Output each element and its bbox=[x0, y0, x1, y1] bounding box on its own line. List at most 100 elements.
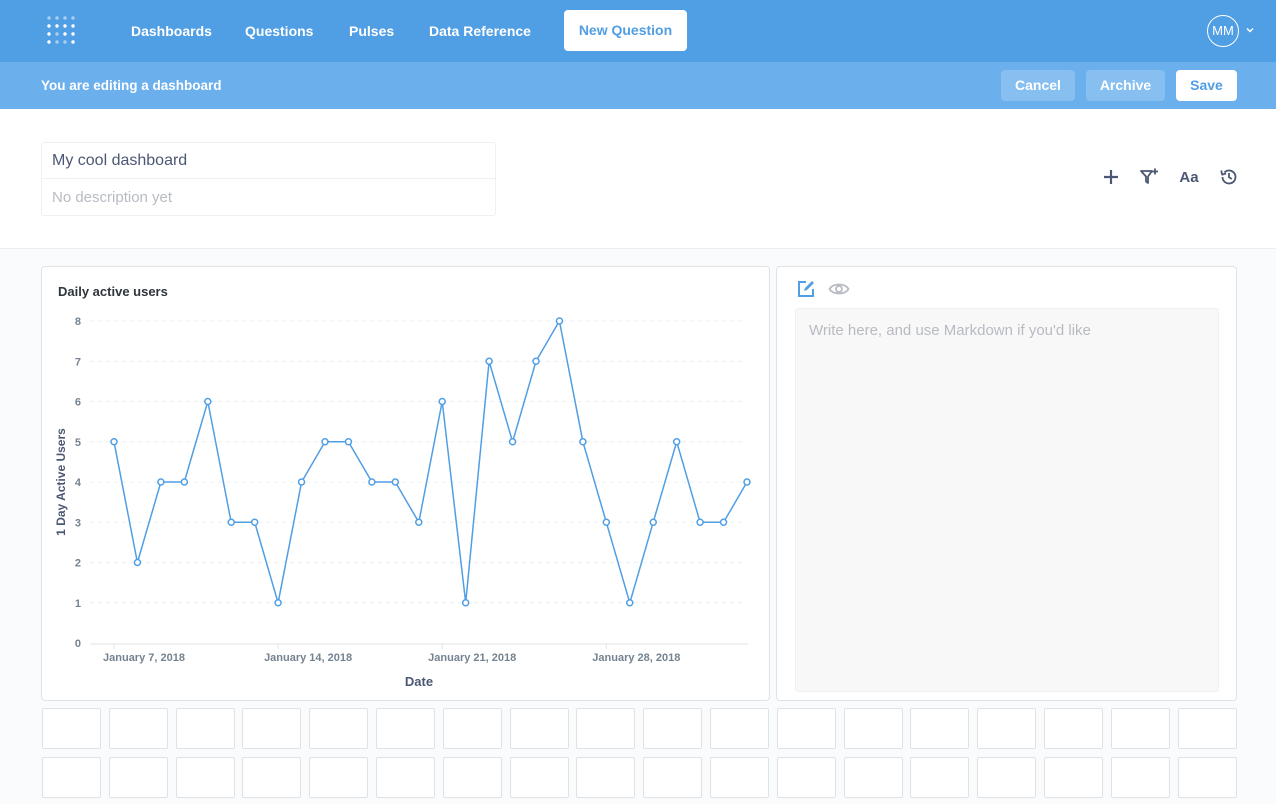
grid-cell bbox=[576, 757, 635, 798]
editing-message: You are editing a dashboard bbox=[41, 78, 222, 93]
add-filter-button[interactable] bbox=[1138, 166, 1160, 188]
nav-questions[interactable]: Questions bbox=[245, 0, 313, 62]
dashboard-description-input[interactable] bbox=[42, 179, 495, 215]
grid-cell bbox=[710, 708, 769, 749]
x-tick-label: January 28, 2018 bbox=[592, 652, 680, 664]
dashboard-title-input[interactable] bbox=[42, 143, 495, 179]
y-tick-label: 5 bbox=[75, 437, 81, 449]
grid-cell bbox=[109, 708, 168, 749]
data-point bbox=[719, 518, 728, 526]
markdown-editor[interactable] bbox=[795, 308, 1219, 692]
data-point bbox=[227, 518, 235, 526]
history-icon bbox=[1220, 169, 1237, 185]
x-tick-label: January 21, 2018 bbox=[428, 652, 516, 664]
y-axis-label: 1 Day Active Users bbox=[54, 428, 68, 536]
metabase-logo-icon[interactable] bbox=[46, 14, 76, 48]
x-axis-label: Date bbox=[405, 674, 433, 689]
filter-add-icon bbox=[1140, 168, 1158, 184]
grid-cell bbox=[1178, 757, 1237, 798]
text-card[interactable] bbox=[776, 266, 1237, 701]
chart-card[interactable]: Daily active users 0 1 2 3 4 5 6 7 8 January 7, 2… bbox=[41, 266, 770, 701]
grid-cell bbox=[777, 757, 836, 798]
data-point bbox=[110, 438, 118, 446]
grid-cell bbox=[844, 708, 903, 749]
data-point bbox=[579, 438, 587, 446]
y-tick-label: 4 bbox=[75, 477, 82, 489]
grid-cell bbox=[176, 757, 235, 798]
data-point bbox=[250, 518, 259, 526]
data-point bbox=[368, 478, 376, 486]
data-point bbox=[555, 317, 564, 325]
data-point bbox=[532, 357, 540, 365]
grid-cell bbox=[109, 757, 168, 798]
nav-dashboards[interactable]: Dashboards bbox=[131, 0, 212, 62]
data-point bbox=[344, 438, 353, 446]
grid-cell bbox=[844, 757, 903, 798]
y-tick-label: 8 bbox=[75, 316, 81, 328]
y-tick-label: 7 bbox=[75, 356, 81, 368]
grid-cell bbox=[242, 757, 301, 798]
grid-cell bbox=[977, 708, 1036, 749]
x-tick-label: January 7, 2018 bbox=[103, 652, 185, 664]
save-button[interactable]: Save bbox=[1176, 70, 1237, 101]
data-point bbox=[696, 518, 704, 526]
data-point bbox=[508, 438, 517, 446]
grid-cell bbox=[643, 708, 702, 749]
eye-icon[interactable] bbox=[828, 279, 850, 299]
grid-cell bbox=[42, 757, 101, 798]
plus-icon bbox=[1104, 170, 1118, 184]
data-point bbox=[672, 438, 681, 446]
new-question-button[interactable]: New Question bbox=[564, 10, 687, 51]
grid-cell bbox=[643, 757, 702, 798]
title-description-box bbox=[41, 142, 496, 216]
data-point bbox=[157, 478, 165, 486]
data-point bbox=[415, 518, 423, 526]
cancel-button[interactable]: Cancel bbox=[1001, 70, 1075, 101]
top-nav: Dashboards Questions Pulses Data Referen… bbox=[0, 0, 1276, 62]
grid-cell bbox=[576, 708, 635, 749]
grid-cell bbox=[309, 757, 368, 798]
grid-cell bbox=[710, 757, 769, 798]
series-line bbox=[113, 318, 748, 606]
grid-cell bbox=[309, 708, 368, 749]
grid-cell bbox=[510, 757, 569, 798]
chevron-down-icon[interactable] bbox=[1245, 25, 1255, 35]
data-point bbox=[133, 558, 142, 567]
grid-cell bbox=[1178, 708, 1237, 749]
grid-cell bbox=[443, 757, 502, 798]
grid-cell bbox=[42, 708, 101, 749]
grid-cell bbox=[242, 708, 301, 749]
data-point bbox=[297, 478, 306, 486]
y-tick-label: 0 bbox=[75, 638, 81, 650]
y-tick-label: 2 bbox=[75, 558, 81, 570]
dashboard-header: Aa bbox=[0, 109, 1276, 249]
data-point bbox=[321, 438, 329, 446]
data-point bbox=[274, 599, 282, 607]
data-point bbox=[626, 599, 634, 607]
y-tick-label: 6 bbox=[75, 397, 81, 409]
data-point bbox=[180, 478, 189, 486]
grid-cell bbox=[910, 757, 969, 798]
nav-data-reference[interactable]: Data Reference bbox=[429, 0, 531, 62]
data-point bbox=[743, 478, 751, 486]
revision-history-button[interactable] bbox=[1218, 166, 1240, 188]
y-tick-label: 3 bbox=[75, 517, 81, 529]
grid-cell bbox=[1044, 757, 1103, 798]
add-text-button[interactable]: Aa bbox=[1177, 166, 1201, 188]
grid-cell bbox=[910, 708, 969, 749]
add-question-button[interactable] bbox=[1100, 166, 1122, 188]
grid-cell bbox=[510, 708, 569, 749]
grid-cell bbox=[777, 708, 836, 749]
edit-icon[interactable] bbox=[796, 279, 816, 299]
nav-pulses[interactable]: Pulses bbox=[349, 0, 394, 62]
x-tick-label: January 14, 2018 bbox=[264, 652, 352, 664]
edit-bar: You are editing a dashboard Cancel Archi… bbox=[0, 62, 1276, 109]
data-point bbox=[461, 599, 470, 607]
data-point bbox=[602, 518, 611, 526]
grid-cell bbox=[977, 757, 1036, 798]
archive-button[interactable]: Archive bbox=[1086, 70, 1165, 101]
grid-cell bbox=[176, 708, 235, 749]
avatar[interactable]: MM bbox=[1207, 15, 1239, 47]
data-point bbox=[485, 357, 493, 365]
grid-cell bbox=[443, 708, 502, 749]
